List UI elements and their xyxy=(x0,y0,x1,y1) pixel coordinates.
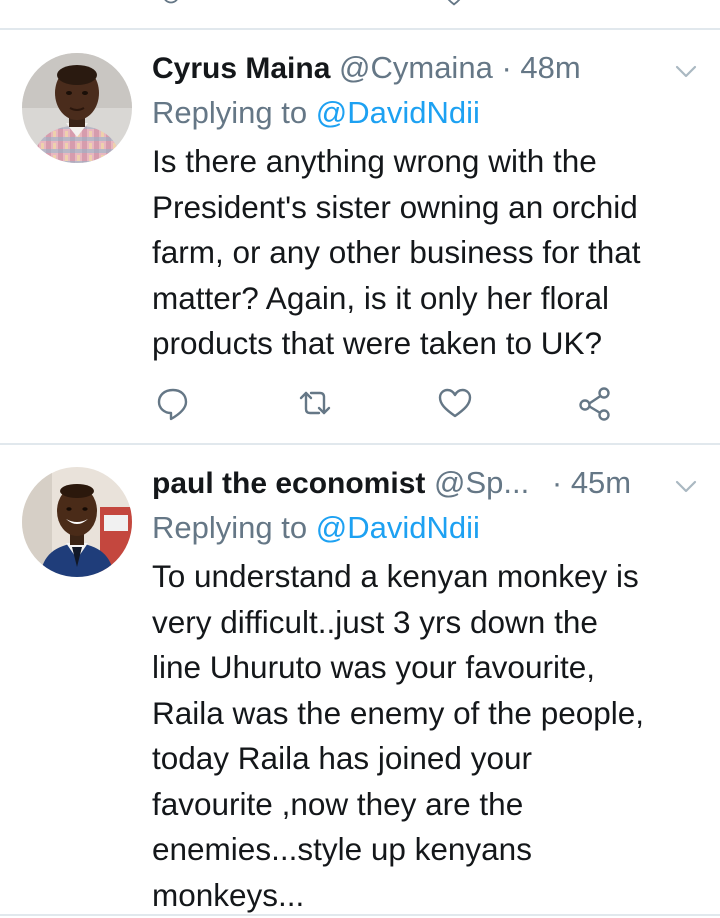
like-icon[interactable] xyxy=(443,0,465,8)
like-icon[interactable] xyxy=(435,383,475,423)
tweet-text-line: farm, or any other business for that xyxy=(152,234,641,270)
tweet-text-line: line Uhuruto was your favourite, xyxy=(152,649,595,685)
author-name[interactable]: Cyrus Maina xyxy=(152,52,330,85)
author-name[interactable]: paul the economist xyxy=(152,467,425,500)
tweet-text-line: very difficult..just 3 yrs down the xyxy=(152,603,598,640)
timestamp[interactable]: 48m xyxy=(520,50,580,85)
tweet-actions xyxy=(152,383,632,423)
reply-icon[interactable] xyxy=(153,383,193,423)
tweet-text-line: matter? Again, is it only her floral xyxy=(152,279,609,316)
replying-mention-link[interactable]: @DavidNdii xyxy=(316,510,480,545)
tweet-text: To understand a kenyan monkey is very di… xyxy=(152,554,702,918)
replying-prefix: Replying to xyxy=(152,95,316,130)
share-icon[interactable] xyxy=(583,0,605,8)
previous-tweet-actions-cutoff xyxy=(0,0,720,30)
tweet-header: Cyrus Maina @Cymaina · 48m xyxy=(152,48,700,88)
chevron-down-icon[interactable] xyxy=(672,472,700,500)
tweet-text-line: monkeys... xyxy=(152,876,305,913)
timestamp[interactable]: 45m xyxy=(571,465,631,500)
tweet-text-line: President's sister owning an orchid xyxy=(152,188,638,225)
replying-to: Replying to @DavidNdii xyxy=(152,93,480,133)
avatar[interactable] xyxy=(22,53,132,163)
tweet-header: paul the economist @Sp... · 45m xyxy=(152,463,700,503)
avatar[interactable] xyxy=(22,467,132,577)
retweet-icon[interactable] xyxy=(295,383,335,423)
replying-prefix: Replying to xyxy=(152,510,316,545)
tweet-text: Is there anything wrong with the Preside… xyxy=(152,139,702,367)
tweet[interactable]: Cyrus Maina @Cymaina · 48m Replying to @… xyxy=(0,30,720,443)
tweet-text-line: products that were taken to UK? xyxy=(152,325,602,361)
retweet-icon[interactable] xyxy=(300,0,322,8)
tweet[interactable]: paul the economist @Sp... · 45m Replying… xyxy=(0,445,720,918)
author-handle[interactable]: @Sp... xyxy=(434,465,529,500)
tweet-text-line: enemies...style up kenyans xyxy=(152,831,532,867)
tweet-text-line: today Raila has joined your xyxy=(152,740,532,776)
tweet-text-line: favourite ,now they are the xyxy=(152,785,524,822)
replying-to: Replying to @DavidNdii xyxy=(152,508,480,548)
tweet-divider xyxy=(0,914,720,916)
share-icon[interactable] xyxy=(575,383,615,423)
chevron-down-icon[interactable] xyxy=(672,57,700,85)
separator-dot: · xyxy=(501,50,512,85)
reply-icon[interactable] xyxy=(160,0,182,8)
separator-dot: · xyxy=(551,465,563,500)
tweet-text-line: Is there anything wrong with the xyxy=(152,143,597,179)
tweet-text-line: Raila was the enemy of the people, xyxy=(152,694,645,731)
tweet-text-line: To understand a kenyan monkey is xyxy=(152,558,639,594)
replying-mention-link[interactable]: @DavidNdii xyxy=(316,95,480,130)
author-handle[interactable]: @Cymaina xyxy=(339,50,493,85)
